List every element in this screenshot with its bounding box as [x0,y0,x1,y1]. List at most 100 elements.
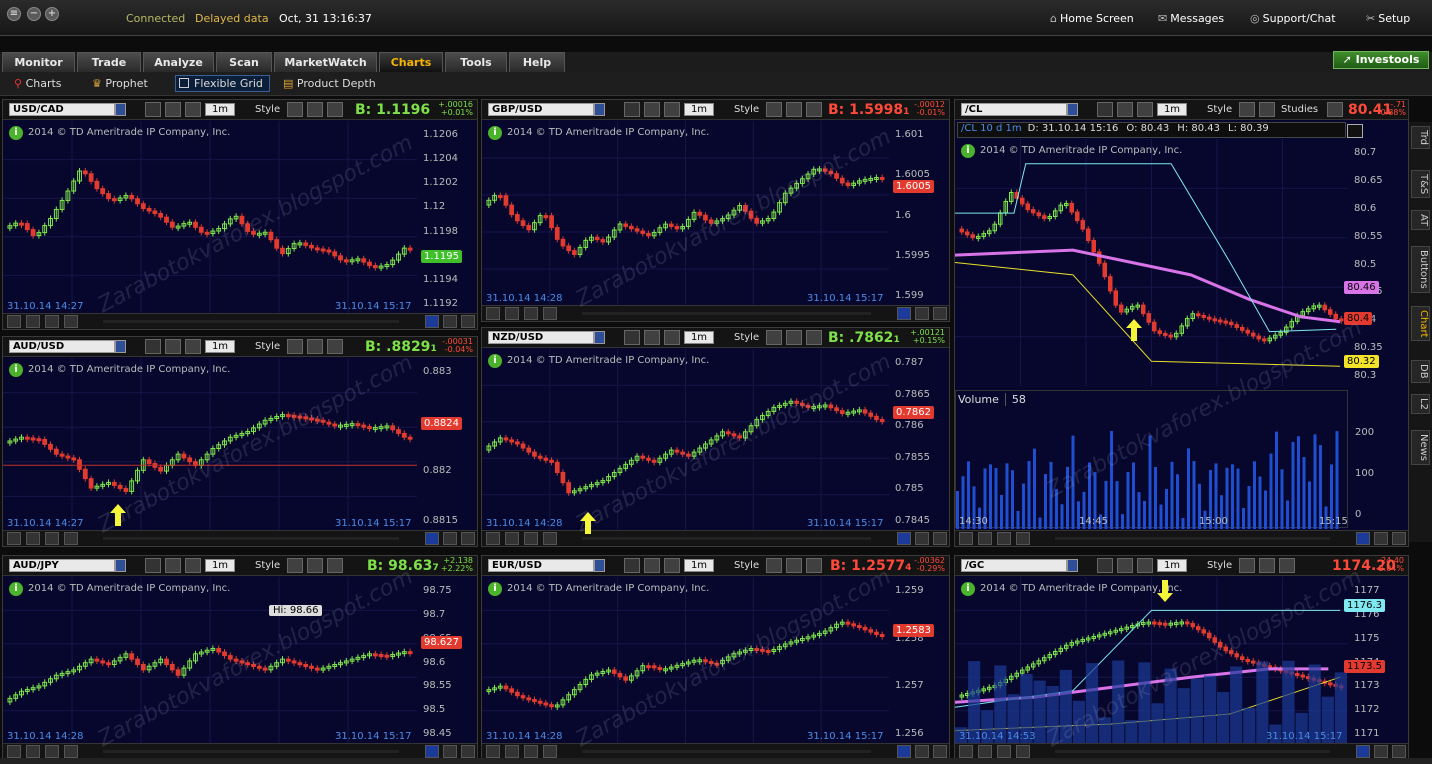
scroll-thumb[interactable] [897,532,911,545]
scroll-track[interactable] [1055,750,1330,753]
crosshair-icon[interactable] [978,745,992,758]
pattern-icon[interactable] [806,102,822,117]
timeframe-button[interactable]: 1m [684,331,714,344]
info-icon[interactable]: i [9,363,23,377]
symbol-dropdown-icon[interactable] [1067,559,1078,572]
chart-icon[interactable] [1347,124,1363,138]
crosshair-icon[interactable] [505,532,519,545]
wrench-icon[interactable] [185,102,201,117]
dollar-icon[interactable] [1016,745,1030,758]
drawing-tools-icon[interactable] [1117,102,1133,117]
studies-icon[interactable] [307,558,323,573]
zoom-in-icon[interactable] [486,745,500,758]
zoom-out-icon[interactable] [524,745,538,758]
crosshair-icon[interactable] [26,315,40,328]
snapshot-icon[interactable] [145,558,161,573]
scroll-thumb[interactable] [425,745,439,758]
style-menu[interactable]: Style [1207,560,1232,571]
pattern-icon[interactable] [327,102,343,117]
dollar-icon[interactable] [64,532,78,545]
zoom-in-icon[interactable] [7,745,21,758]
zoom-in-icon[interactable] [959,532,973,545]
symbol-input[interactable]: GBP/USD [488,103,594,116]
pattern-icon[interactable] [1327,102,1343,117]
side-tab-db[interactable]: DB [1411,360,1430,383]
snapshot-icon[interactable] [145,102,161,117]
expand-icon[interactable] [1392,532,1406,545]
style-menu[interactable]: Style [734,560,759,571]
side-tab-chart[interactable]: Chart [1411,306,1430,342]
price-plot[interactable] [482,121,889,306]
scroll-track[interactable] [582,750,871,753]
scroll-thumb[interactable] [425,315,439,328]
side-tab-buttons[interactable]: Buttons [1411,246,1430,293]
pencil-icon[interactable] [766,558,782,573]
price-plot[interactable] [482,349,889,531]
style-menu[interactable]: Style [255,341,280,352]
drawing-tools-icon[interactable] [165,558,181,573]
window-menu-button[interactable]: ≡ [7,7,21,21]
timeframe-button[interactable]: 1m [205,559,235,572]
symbol-dropdown-icon[interactable] [594,103,605,116]
subtab-flexible-grid[interactable]: Flexible Grid [175,75,270,92]
pencil-icon[interactable] [766,102,782,117]
pencil-icon[interactable] [766,330,782,345]
studies-icon[interactable] [786,102,802,117]
side-tab-at[interactable]: AT [1411,210,1430,231]
studies-menu[interactable]: Studies [1281,104,1318,115]
expand-icon[interactable] [933,745,947,758]
zoom-in-icon[interactable] [7,315,21,328]
tab-tools[interactable]: Tools [445,52,507,72]
symbol-dropdown-icon[interactable] [594,559,605,572]
wrench-icon[interactable] [1137,558,1153,573]
studies-icon[interactable] [786,330,802,345]
scroll-left-icon[interactable] [562,307,576,320]
info-icon[interactable]: i [9,582,23,596]
drawing-tools-icon[interactable] [1117,558,1133,573]
symbol-input[interactable]: NZD/USD [488,331,594,344]
symbol-input[interactable]: EUR/USD [488,559,594,572]
scroll-track[interactable] [582,537,871,540]
pattern-icon[interactable] [806,558,822,573]
snapshot-icon[interactable] [624,558,640,573]
timeframe-button[interactable]: 1m [205,340,235,353]
minimize-button[interactable]: − [27,7,41,21]
timeframe-button[interactable]: 1m [1157,559,1187,572]
studies-icon[interactable] [786,558,802,573]
subtab-charts[interactable]: ⚲ Charts [14,77,62,90]
crosshair-icon[interactable] [505,745,519,758]
support-chat-link[interactable]: ◎ Support/Chat [1250,12,1336,25]
snapshot-icon[interactable] [145,339,161,354]
scroll-track[interactable] [1055,537,1330,540]
scroll-right-icon[interactable] [443,315,457,328]
price-plot[interactable] [3,121,417,314]
expand-icon[interactable] [1392,745,1406,758]
expand-icon[interactable] [461,315,475,328]
style-menu[interactable]: Style [1207,104,1232,115]
studies-icon[interactable] [1259,102,1275,117]
style-menu[interactable]: Style [734,332,759,343]
pencil-icon[interactable] [1239,102,1255,117]
symbol-dropdown-icon[interactable] [1067,103,1078,116]
scroll-track[interactable] [103,320,399,323]
expand-icon[interactable] [461,532,475,545]
timeframe-button[interactable]: 1m [205,103,235,116]
symbol-dropdown-icon[interactable] [594,331,605,344]
zoom-out-icon[interactable] [45,315,59,328]
snapshot-icon[interactable] [1097,558,1113,573]
drawing-tools-icon[interactable] [165,339,181,354]
snapshot-icon[interactable] [624,102,640,117]
scroll-thumb[interactable] [1356,532,1370,545]
dollar-icon[interactable] [543,745,557,758]
drawing-tools-icon[interactable] [644,558,660,573]
pencil-icon[interactable] [1239,558,1255,573]
zoom-out-icon[interactable] [524,307,538,320]
dollar-icon[interactable] [64,745,78,758]
scroll-track[interactable] [582,312,871,315]
symbol-dropdown-icon[interactable] [115,340,126,353]
dollar-icon[interactable] [543,532,557,545]
scroll-track[interactable] [103,750,399,753]
scroll-left-icon[interactable] [83,532,97,545]
expand-icon[interactable] [933,307,947,320]
pencil-icon[interactable] [287,339,303,354]
